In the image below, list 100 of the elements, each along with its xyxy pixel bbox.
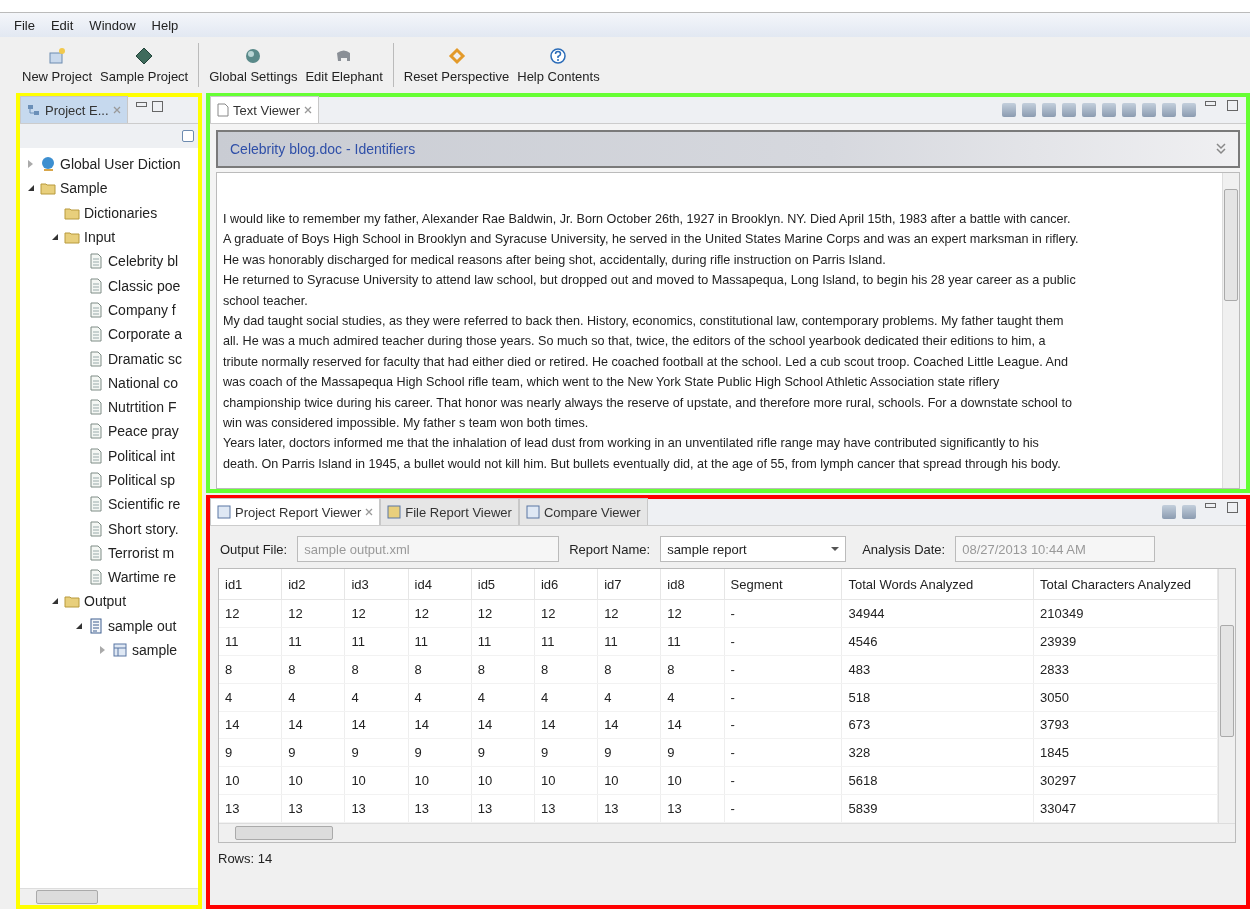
table-cell: 14 — [408, 711, 472, 739]
panel-tab[interactable]: Text Viewer — [210, 96, 319, 123]
tree-item[interactable]: Terrorist m — [20, 540, 198, 566]
expander-icon[interactable] — [76, 622, 82, 629]
close-icon[interactable] — [365, 508, 374, 516]
column-header[interactable]: Total Words Analyzed — [841, 569, 1034, 600]
toolbar-icon[interactable] — [1042, 102, 1056, 117]
tree-item[interactable]: National co — [20, 370, 198, 395]
document-icon — [88, 520, 104, 537]
toolbar-button[interactable]: Help Contents — [513, 44, 604, 86]
tree-item[interactable]: Input — [20, 224, 198, 250]
document-icon — [88, 569, 104, 586]
tree-item[interactable]: Scientific re — [20, 492, 198, 517]
tree-item[interactable]: Sample — [20, 176, 198, 201]
maximize-icon[interactable] — [1227, 502, 1238, 513]
toolbar-button[interactable]: Global Settings — [205, 44, 302, 86]
text-line: tribute normally reserved for faculty that had either died or retired. He coached football at the school. Led a cub scout troop. Coached Little League. And — [223, 353, 1069, 371]
expander-icon[interactable] — [28, 185, 34, 192]
table-cell: 5618 — [841, 766, 1034, 795]
column-header[interactable]: id4 — [408, 569, 472, 600]
table-cell: 14 — [597, 711, 661, 739]
tree-item[interactable]: Celebrity bl — [20, 249, 198, 274]
table-cell: 12 — [281, 599, 345, 628]
maximize-icon[interactable] — [1227, 100, 1238, 111]
column-header[interactable]: id7 — [597, 569, 661, 600]
table-cell: 12 — [471, 599, 535, 628]
toolbar-icon[interactable] — [1022, 102, 1036, 117]
toolbar-icon[interactable] — [1122, 102, 1136, 117]
tree-label: Scientific re — [108, 496, 181, 513]
table-cell: 8 — [219, 655, 282, 684]
tree-label: Company f — [108, 301, 176, 318]
menu-item[interactable]: Edit — [44, 17, 80, 33]
column-header[interactable]: id1 — [219, 569, 282, 600]
toolbar-icon[interactable] — [1102, 102, 1116, 117]
table-cell: 8 — [597, 655, 661, 684]
new-project-icon — [48, 46, 67, 65]
panel-tab[interactable]: Project E... — [20, 96, 128, 123]
close-icon[interactable] — [303, 106, 312, 114]
toolbar-button[interactable]: Reset Perspective — [399, 44, 514, 86]
help-icon — [549, 46, 568, 65]
tree-label: Wartime re — [108, 569, 176, 586]
panel-tab[interactable]: File Report Viewer — [380, 498, 519, 525]
tree-item[interactable]: Dictionaries — [20, 200, 198, 225]
tree-item[interactable]: Wartime re — [20, 565, 198, 590]
document-icon — [88, 277, 104, 294]
toolbar-button[interactable]: Sample Project — [96, 44, 193, 86]
toolbar-button[interactable]: New Project — [18, 44, 97, 86]
tree-item[interactable]: Nutrtition F — [20, 394, 198, 420]
column-header[interactable]: Total Characters Analyzed — [1033, 569, 1218, 600]
expander-icon[interactable] — [52, 234, 58, 241]
text-line: A graduate of Boys High School in Brooklyn and Syracuse University, he served in the United States Marine Corps and was an expert marksman in riflery. — [223, 231, 1080, 249]
table-cell: 4 — [471, 683, 535, 711]
minimize-icon[interactable] — [1205, 101, 1216, 106]
toolbar-icon[interactable] — [1062, 102, 1076, 117]
document-icon — [88, 423, 104, 440]
menu-item[interactable]: Help — [145, 17, 185, 33]
minimize-icon[interactable] — [1205, 503, 1216, 508]
table-cell: 11 — [597, 627, 661, 656]
menu-item[interactable]: Window — [83, 17, 142, 33]
tree-item[interactable]: Peace pray — [20, 419, 198, 444]
column-header[interactable]: id2 — [281, 569, 345, 600]
tree-item[interactable]: sample out — [20, 613, 198, 638]
column-header[interactable]: Segment — [724, 569, 842, 600]
table-cell: 13 — [597, 794, 661, 823]
tree-item[interactable]: Political sp — [20, 467, 198, 493]
minimize-icon[interactable] — [135, 101, 147, 107]
menu-item[interactable]: File — [8, 17, 41, 33]
tree-item[interactable]: Corporate a — [20, 322, 198, 347]
tree-item[interactable]: Dramatic sc — [20, 346, 198, 371]
expander-icon[interactable] — [52, 598, 58, 605]
field-label: Output File: — [220, 541, 288, 557]
panel-tab[interactable]: Project Report Viewer — [210, 498, 381, 525]
toolbar-icon[interactable] — [1082, 102, 1096, 117]
tree-item[interactable]: sample — [20, 637, 198, 663]
close-icon[interactable] — [112, 106, 121, 114]
tree-item[interactable]: Classic poe — [20, 273, 198, 298]
toolbar-icon[interactable] — [1002, 102, 1016, 117]
collapse-all-icon[interactable] — [182, 130, 194, 142]
table-cell: - — [724, 766, 842, 795]
tree-item[interactable]: Global User Diction — [20, 152, 198, 177]
column-header[interactable]: id5 — [471, 569, 535, 600]
maximize-icon[interactable] — [151, 100, 163, 112]
toolbar-button[interactable]: Edit Elephant — [301, 44, 387, 86]
chevron-icon[interactable] — [1216, 143, 1226, 155]
report-name-dropdown[interactable]: sample report — [660, 536, 847, 562]
toolbar-icon[interactable] — [1182, 102, 1196, 117]
table-cell: 13 — [534, 794, 598, 823]
table-cell: 8 — [660, 655, 724, 684]
tree-item[interactable]: Output — [20, 589, 198, 614]
table-cell: 12 — [597, 599, 661, 628]
column-header[interactable]: id3 — [344, 569, 409, 600]
toolbar-icon[interactable] — [1162, 102, 1176, 117]
tree-item[interactable]: Political int — [20, 443, 198, 468]
panel-tab[interactable]: Compare Viewer — [518, 498, 648, 525]
toolbar-icon[interactable] — [1142, 102, 1156, 117]
tree-item[interactable]: Short story. — [20, 516, 198, 541]
tree-item[interactable]: Company f — [20, 297, 198, 323]
column-header[interactable]: id8 — [660, 569, 724, 600]
column-header[interactable]: id6 — [534, 569, 598, 600]
document-icon — [88, 496, 104, 513]
